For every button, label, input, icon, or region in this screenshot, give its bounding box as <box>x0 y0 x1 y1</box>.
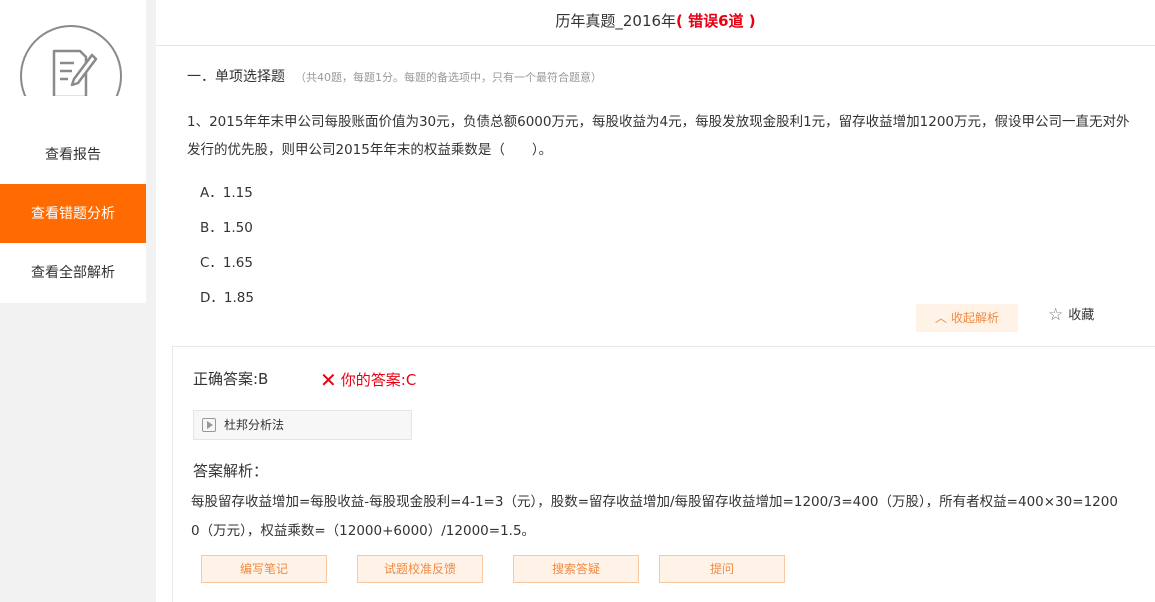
analysis-line-1: 每股留存收益增加=每股收益-每股现金股利=4-1=3（元），股数=留存收益增加/… <box>191 494 1118 510</box>
answer-panel: 正确答案:B ✕ 你的答案:C 杜邦分析法 答案解析： 每股留存收益增加=每股收益… <box>172 346 1155 602</box>
wrong-icon: ✕ <box>320 368 337 392</box>
option-b[interactable]: B．1.50 <box>200 216 253 236</box>
video-link[interactable]: 杜邦分析法 <box>193 410 412 440</box>
feedback-button[interactable]: 试题校准反馈 <box>357 555 483 583</box>
sidebar: 查看报告 查看错题分析 查看全部解析 <box>0 0 146 602</box>
favorite-button[interactable]: ☆ 收藏 <box>1048 305 1094 326</box>
correct-answer: 正确答案:B <box>193 370 269 388</box>
your-answer-text: 你的答案:C <box>340 371 417 389</box>
question-line-2: 发行的优先股，则甲公司2015年年末的权益乘数是（ ）。 <box>187 142 553 158</box>
option-a[interactable]: A．1.15 <box>200 181 253 201</box>
ask-question-button[interactable]: 提问 <box>659 555 785 583</box>
sidebar-item-all-analysis[interactable]: 查看全部解析 <box>0 243 146 303</box>
collapse-analysis-label: 收起解析 <box>951 311 1000 325</box>
analysis-text: 每股留存收益增加=每股收益-每股现金股利=4-1=3（元），股数=留存收益增加/… <box>191 488 1146 546</box>
sidebar-item-report[interactable]: 查看报告 <box>0 125 146 185</box>
page-title: 历年真题_2016年( 错误6道 ) <box>156 0 1155 46</box>
video-label: 杜邦分析法 <box>224 418 285 432</box>
logo-area <box>0 0 146 127</box>
question-line-1: 1、2015年年末甲公司每股账面价值为30元，负债总额6000万元，每股收益为4… <box>187 114 1130 130</box>
option-c[interactable]: C．1.65 <box>200 251 253 271</box>
star-icon: ☆ <box>1048 305 1064 325</box>
section-note: （共40题，每题1分。每题的备选项中，只有一个最符合题意） <box>295 71 602 84</box>
chevron-up-icon: ︿ <box>934 311 947 325</box>
analysis-line-2: 0（万元），权益乘数=（12000+6000）/12000=1.5。 <box>191 523 536 539</box>
analysis-title: 答案解析： <box>193 462 269 480</box>
play-icon <box>202 418 216 432</box>
error-count: ( 错误6道 ) <box>676 12 756 30</box>
sidebar-item-error-analysis[interactable]: 查看错题分析 <box>0 184 146 244</box>
section-title-text: 一．单项选择题 <box>187 69 285 85</box>
section-title: 一．单项选择题 （共40题，每题1分。每题的备选项中，只有一个最符合题意） <box>187 66 602 86</box>
collapse-analysis-button[interactable]: ︿ 收起解析 <box>916 304 1018 332</box>
search-qa-button[interactable]: 搜索答疑 <box>513 555 639 583</box>
write-note-button[interactable]: 编写笔记 <box>201 555 327 583</box>
favorite-label: 收藏 <box>1068 308 1095 323</box>
question-stem: 1、2015年年末甲公司每股账面价值为30元，负债总额6000万元，每股收益为4… <box>187 108 1137 164</box>
your-answer: ✕ 你的答案:C <box>320 368 416 392</box>
option-d[interactable]: D．1.85 <box>200 286 254 306</box>
page-title-text: 历年真题_2016年 <box>555 12 677 30</box>
